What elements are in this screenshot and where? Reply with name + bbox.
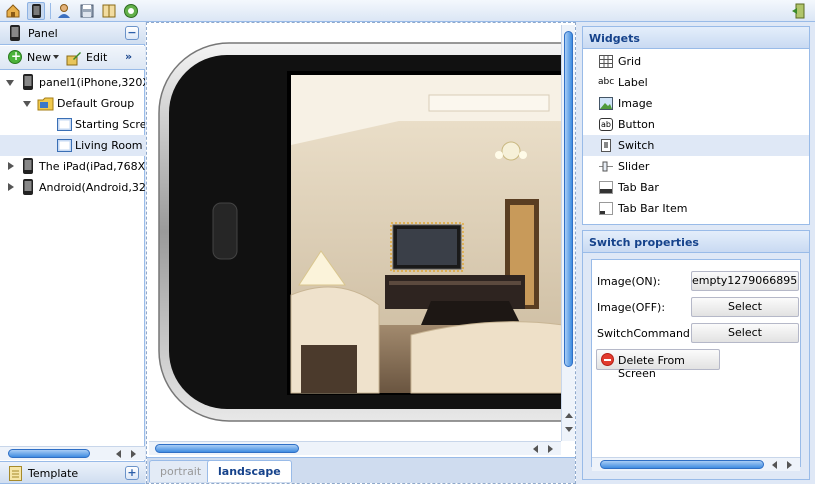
button-icon: ab	[599, 118, 613, 131]
new-button[interactable]: + New	[8, 49, 63, 66]
scroll-up-icon[interactable]	[565, 413, 573, 418]
scroll-down-icon[interactable]	[565, 427, 573, 432]
scroll-left-icon[interactable]	[772, 461, 777, 469]
panel-title: Panel	[28, 27, 58, 40]
properties-horizontal-scrollbar[interactable]	[592, 457, 800, 471]
tree-item-ipad[interactable]: The iPad(iPad,768X1	[0, 156, 145, 177]
panel-header: Panel −	[0, 22, 145, 45]
collapsed-arrow-icon[interactable]	[8, 162, 14, 170]
property-image-off: Image(OFF): Select	[595, 297, 805, 317]
image-icon	[599, 97, 613, 110]
property-switch-command: SwitchCommand: Select	[595, 323, 805, 343]
delete-icon	[601, 353, 614, 366]
scroll-thumb[interactable]	[600, 460, 764, 469]
scroll-left-icon[interactable]	[533, 445, 538, 453]
scroll-right-icon[interactable]	[787, 461, 792, 469]
scroll-thumb[interactable]	[8, 449, 90, 458]
tree-item-panel1[interactable]: panel1(iPhone,320X4	[0, 72, 145, 93]
scroll-right-icon[interactable]	[131, 450, 136, 458]
widget-item-label[interactable]: abc Label	[583, 72, 809, 93]
tab-portrait[interactable]: portrait	[149, 460, 213, 482]
panel-sidebar: Panel − + New Edit » panel1(iPhone,320X4	[0, 22, 145, 484]
save-icon[interactable]	[78, 2, 96, 20]
image-off-select-button[interactable]: Select	[691, 297, 799, 317]
canvas-horizontal-scrollbar[interactable]	[149, 441, 561, 455]
iphone-landscape-frame	[158, 42, 561, 422]
template-icon	[9, 466, 22, 481]
design-canvas	[149, 25, 561, 441]
tree-item-android[interactable]: Android(Android,320)	[0, 177, 145, 198]
widgets-header: Widgets	[583, 27, 809, 49]
switch-icon	[601, 139, 611, 152]
edit-icon	[66, 52, 81, 66]
phone-icon	[9, 25, 21, 41]
add-template-button[interactable]: +	[125, 466, 139, 480]
design-canvas-panel: portrait landscape	[146, 22, 576, 484]
widget-item-switch[interactable]: Switch	[583, 135, 809, 156]
globe-icon[interactable]	[122, 2, 140, 20]
widgets-panel: Widgets Grid abc Label Image ab Button S…	[582, 26, 810, 225]
collapsed-arrow-icon[interactable]	[8, 183, 14, 191]
property-image-on: Image(ON): empty1279066895.	[595, 271, 805, 291]
widget-item-tab-bar-item[interactable]: Tab Bar Item	[583, 198, 809, 219]
phone-icon	[23, 74, 33, 90]
chevron-down-icon	[53, 55, 59, 59]
tab-bar-icon	[599, 181, 613, 194]
widget-item-grid[interactable]: Grid	[583, 51, 809, 72]
edit-button[interactable]: Edit	[66, 50, 111, 66]
widget-item-tab-bar[interactable]: Tab Bar	[583, 177, 809, 198]
home-icon[interactable]	[4, 2, 22, 20]
widget-item-button[interactable]: ab Button	[583, 114, 809, 135]
tree-item-default-group[interactable]: Default Group	[0, 93, 145, 114]
book-icon[interactable]	[100, 2, 118, 20]
expand-arrow-icon[interactable]	[6, 80, 14, 86]
orientation-tabs: portrait landscape	[147, 457, 575, 483]
switch-command-select-button[interactable]: Select	[691, 323, 799, 343]
scroll-thumb[interactable]	[155, 444, 299, 453]
phone-icon[interactable]	[27, 2, 45, 20]
tree-item-starting-screen[interactable]: Starting Scree	[0, 114, 145, 135]
folder-icon	[37, 97, 54, 111]
widget-item-image[interactable]: Image	[583, 93, 809, 114]
canvas-vertical-scrollbar[interactable]	[561, 25, 575, 441]
living-room-photo	[290, 75, 561, 394]
scroll-thumb[interactable]	[564, 31, 573, 367]
app-window: Panel − + New Edit » panel1(iPhone,320X4	[0, 0, 815, 484]
exit-icon[interactable]	[790, 2, 808, 20]
widget-item-slider[interactable]: Slider	[583, 156, 809, 177]
slider-icon	[599, 161, 613, 172]
scroll-right-icon[interactable]	[548, 445, 553, 453]
collapse-button[interactable]: −	[125, 26, 139, 40]
more-button[interactable]: »	[125, 50, 132, 63]
grid-icon	[599, 55, 613, 68]
panel-subtoolbar: + New Edit »	[0, 46, 145, 70]
tab-bar-item-icon	[599, 202, 613, 215]
main-toolbar	[0, 0, 815, 22]
user-icon[interactable]	[55, 2, 73, 20]
tab-landscape[interactable]: landscape	[207, 460, 292, 482]
template-header[interactable]: Template +	[0, 461, 145, 484]
template-title: Template	[28, 467, 79, 480]
delete-from-screen-button[interactable]: Delete From Screen	[596, 349, 720, 380]
new-label: New	[27, 51, 51, 64]
right-sidebar: Widgets Grid abc Label Image ab Button S…	[577, 22, 815, 484]
phone-icon	[23, 179, 33, 195]
screen-icon	[57, 139, 72, 152]
screen-tree: panel1(iPhone,320X4 Default Group Starti…	[0, 72, 145, 444]
expand-arrow-icon[interactable]	[23, 101, 31, 107]
tree-horizontal-scrollbar[interactable]	[0, 446, 145, 460]
scroll-left-icon[interactable]	[116, 450, 121, 458]
widgets-title: Widgets	[589, 32, 640, 45]
properties-panel: Switch properties Image(ON): empty127906…	[582, 230, 810, 480]
properties-header: Switch properties	[583, 231, 809, 253]
label-icon: abc	[598, 77, 615, 87]
tree-item-living-room[interactable]: Living Room	[0, 135, 145, 156]
properties-title: Switch properties	[589, 236, 699, 249]
edit-label: Edit	[86, 51, 108, 64]
screen-icon	[57, 118, 72, 131]
image-on-select-button[interactable]: empty1279066895.	[691, 271, 799, 291]
phone-icon	[23, 158, 33, 174]
